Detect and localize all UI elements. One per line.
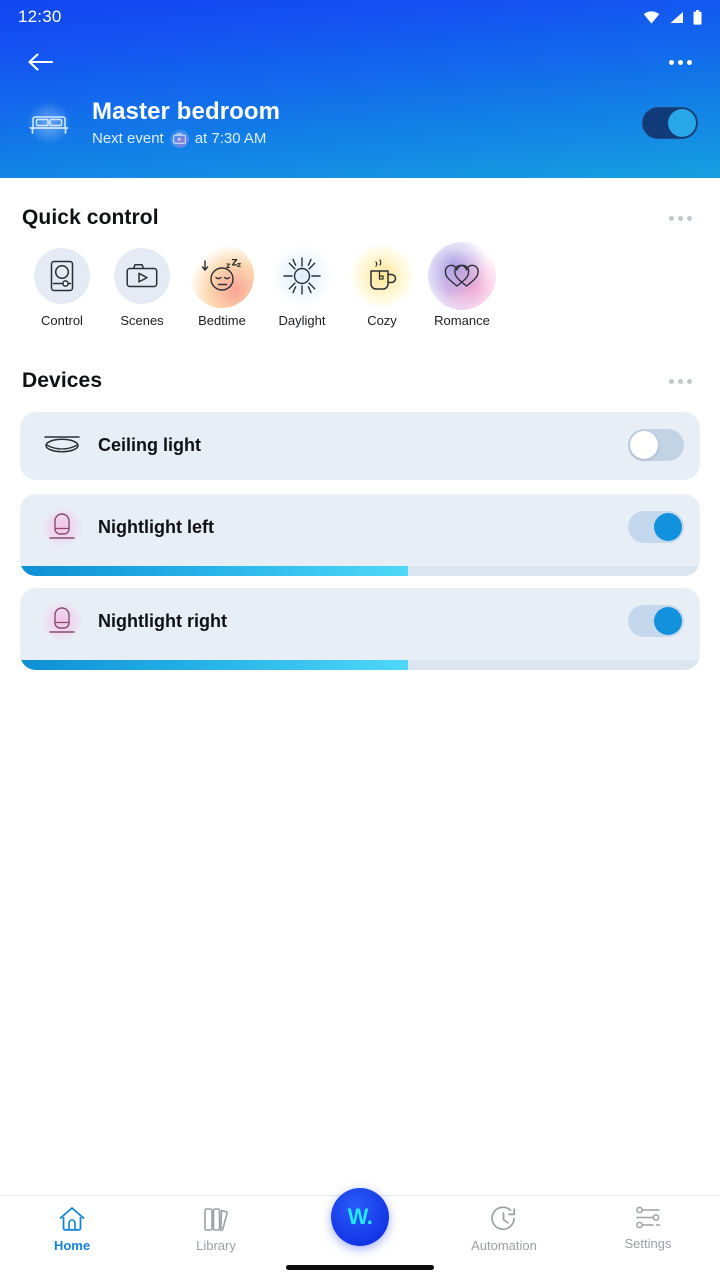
quick-item-romance[interactable]: Romance <box>422 242 502 328</box>
more-options-icon <box>687 215 692 221</box>
back-arrow-icon <box>28 53 53 71</box>
hot-mug-icon <box>350 244 414 308</box>
status-bar: 12:30 <box>0 0 720 34</box>
nav-item-home[interactable]: Home <box>0 1206 144 1253</box>
quick-item-label: Control <box>41 313 83 328</box>
scene-camera-icon <box>169 129 189 149</box>
device-toggle-nightlight-right[interactable] <box>628 605 684 637</box>
room-text-block: Master bedroom Next event at 7:30 AM <box>92 98 642 149</box>
svg-text:z: z <box>226 261 230 270</box>
device-row: Nightlight right <box>20 588 700 654</box>
sleeping-face-icon: z Z z <box>190 244 254 308</box>
nightlight-lamp-icon <box>38 506 86 548</box>
devices-header: Devices <box>0 366 720 396</box>
device-card-ceiling-light[interactable]: Ceiling light <box>20 412 700 480</box>
brightness-slider-nightlight-left[interactable] <box>20 566 700 576</box>
quick-item-control[interactable]: Control <box>22 248 102 328</box>
next-event-prefix: Next event <box>92 129 164 147</box>
home-indicator <box>286 1265 434 1270</box>
quick-item-bedtime[interactable]: z Z z Bedtime <box>182 244 262 328</box>
wifi-icon <box>643 10 660 23</box>
devices-overflow-button[interactable] <box>663 373 698 390</box>
quick-item-label: Romance <box>434 313 490 328</box>
signal-icon <box>670 11 683 23</box>
automation-clock-icon <box>491 1206 516 1231</box>
sun-icon <box>270 244 334 308</box>
more-options-icon <box>686 59 692 65</box>
quick-item-daylight[interactable]: Daylight <box>262 244 342 328</box>
device-card-nightlight-right[interactable]: Nightlight right <box>20 588 700 670</box>
device-toggle-nightlight-left[interactable] <box>628 511 684 543</box>
more-options-icon <box>687 378 692 384</box>
toggle-knob <box>654 607 682 635</box>
battery-icon <box>693 9 702 25</box>
device-name: Nightlight right <box>98 610 227 631</box>
device-toggle-ceiling-light[interactable] <box>628 429 684 461</box>
more-options-icon <box>669 378 674 384</box>
svg-text:z: z <box>237 261 241 269</box>
library-books-icon <box>204 1208 228 1232</box>
room-summary: Master bedroom Next event at 7:30 AM <box>0 88 720 158</box>
more-options-icon <box>669 215 674 221</box>
nav-item-label: Automation <box>471 1238 537 1253</box>
toggle-knob <box>630 431 658 459</box>
brightness-slider-nightlight-right[interactable] <box>20 660 700 670</box>
nightlight-lamp-icon <box>38 600 86 642</box>
wiz-logo-icon: W. <box>347 1204 373 1229</box>
toggle-knob <box>668 109 696 137</box>
quick-control-header: Quick control <box>0 203 720 233</box>
nav-item-label: Library <box>196 1238 236 1253</box>
device-name: Nightlight left <box>98 516 214 537</box>
nav-item-automation[interactable]: Automation <box>432 1206 576 1253</box>
quick-item-label: Daylight <box>278 313 326 328</box>
two-hearts-icon <box>428 242 496 310</box>
more-options-icon <box>678 215 683 221</box>
devices-title: Devices <box>22 369 103 392</box>
device-row: Ceiling light <box>20 412 700 478</box>
device-name: Ceiling light <box>98 434 201 455</box>
more-options-icon <box>678 378 683 384</box>
control-panel-icon <box>34 248 90 304</box>
ceiling-light-icon <box>38 432 86 458</box>
quick-control-overflow-button[interactable] <box>663 210 698 227</box>
nav-item-label: Settings <box>624 1236 672 1251</box>
settings-sliders-icon <box>636 1206 661 1229</box>
scenes-camera-icon <box>114 248 170 304</box>
more-options-icon <box>677 59 683 65</box>
nav-item-label: Home <box>53 1238 91 1253</box>
room-power-toggle[interactable] <box>642 107 698 139</box>
quick-control-title: Quick control <box>22 206 159 229</box>
room-header: 12:30 Master bedroom Next event at 7:30 … <box>0 0 720 178</box>
bed-icon <box>22 96 76 150</box>
device-card-nightlight-left[interactable]: Nightlight left <box>20 494 700 576</box>
wiz-assistant-fab[interactable]: W. <box>331 1188 389 1246</box>
status-icon-group <box>643 9 702 25</box>
quick-item-cozy[interactable]: Cozy <box>342 244 422 328</box>
header-overflow-button[interactable] <box>660 42 700 82</box>
back-button[interactable] <box>20 42 60 82</box>
status-time: 12:30 <box>18 7 62 26</box>
nav-item-library[interactable]: Library <box>144 1206 288 1253</box>
next-event-line: Next event at 7:30 AM <box>92 129 642 149</box>
slider-fill <box>20 566 408 576</box>
page-title: Master bedroom <box>92 97 281 125</box>
quick-control-list: Control Scenes z Z z Bedtime Daylight Co… <box>0 242 720 328</box>
quick-item-label: Bedtime <box>198 313 246 328</box>
nav-item-settings[interactable]: Settings <box>576 1206 720 1251</box>
quick-item-label: Cozy <box>367 313 397 328</box>
home-icon <box>59 1207 85 1231</box>
toggle-knob <box>654 513 682 541</box>
quick-item-scenes[interactable]: Scenes <box>102 248 182 328</box>
device-row: Nightlight left <box>20 494 700 560</box>
next-event-time: at 7:30 AM <box>194 129 267 147</box>
header-nav-row <box>0 38 720 86</box>
quick-item-label: Scenes <box>120 313 164 328</box>
slider-fill <box>20 660 408 670</box>
more-options-icon <box>668 59 674 65</box>
